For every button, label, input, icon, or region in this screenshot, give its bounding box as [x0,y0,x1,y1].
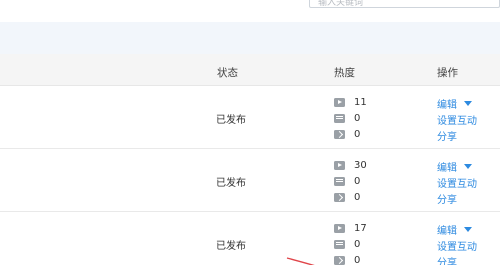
play-icon [334,160,345,170]
table-row: 已发布 30 0 0 编辑 设置互动 分享 [0,149,500,212]
comment-count: 0 [334,174,360,188]
edit-label[interactable]: 编辑 [437,100,457,111]
play-icon [334,223,345,233]
comment-icon [334,176,345,186]
edit-label[interactable]: 编辑 [437,163,457,174]
play-count: 17 [334,221,367,235]
play-count: 30 [334,158,367,172]
share-count: 0 [334,127,360,141]
share-link[interactable]: 分享 [437,191,457,206]
search-input[interactable]: 输入关键词 [309,0,500,8]
share-count: 0 [334,190,360,204]
comment-count-value: 0 [354,238,361,250]
comment-count-value: 0 [354,112,361,124]
set-interaction-link[interactable]: 设置互动 [437,175,477,190]
edit-dropdown[interactable]: 编辑 [437,96,472,111]
edit-dropdown[interactable]: 编辑 [437,159,472,174]
share-count: 0 [334,253,360,265]
header-status: 状态 [217,67,238,79]
comment-count: 0 [334,111,360,125]
comment-count: 0 [334,237,360,251]
edit-dropdown[interactable]: 编辑 [437,222,472,237]
share-icon [334,129,345,139]
table-row: 已发布 17 0 0 编辑 设置互动 分享 [0,212,500,265]
status-label: 已发布 [216,178,246,189]
caret-down-icon[interactable] [464,101,472,106]
filter-band [0,22,500,54]
toolbar-spacer [0,8,500,22]
set-interaction-link[interactable]: 设置互动 [437,238,477,253]
header-heat: 热度 [334,67,355,79]
play-count-value: 17 [354,222,367,234]
share-link[interactable]: 分享 [437,128,457,143]
comment-icon [334,239,345,249]
share-count-value: 0 [354,128,361,140]
share-icon [334,255,345,265]
play-count-value: 30 [354,159,367,171]
caret-down-icon[interactable] [464,164,472,169]
edit-label[interactable]: 编辑 [437,226,457,237]
table-row: 已发布 11 0 0 编辑 设置互动 分享 [0,86,500,149]
comment-icon [334,113,345,123]
set-interaction-link[interactable]: 设置互动 [437,112,477,127]
caret-down-icon[interactable] [464,227,472,232]
share-link[interactable]: 分享 [437,254,457,265]
table-header: 状态 热度 操作 [0,54,500,86]
header-ops: 操作 [437,67,458,79]
play-count-value: 11 [354,96,367,108]
share-icon [334,192,345,202]
status-label: 已发布 [216,241,246,252]
comment-count-value: 0 [354,175,361,187]
share-count-value: 0 [354,254,361,265]
status-label: 已发布 [216,115,246,126]
share-count-value: 0 [354,191,361,203]
play-icon [334,97,345,107]
play-count: 11 [334,95,367,109]
